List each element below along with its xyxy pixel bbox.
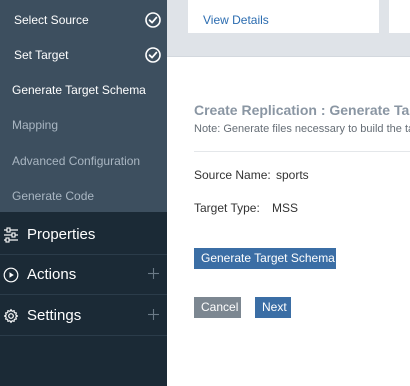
next-button[interactable]: Next	[255, 297, 291, 318]
sidebar: Select Source Set Target Generate Target…	[0, 0, 167, 386]
summary-card: View Details	[188, 0, 379, 33]
generate-target-schema-button[interactable]: Generate Target Schema	[194, 248, 336, 269]
source-name-value: sports	[276, 168, 309, 182]
top-card-band: View Details	[167, 0, 410, 57]
page-note: Note: Generate files necessary to build …	[194, 123, 410, 135]
view-details-link[interactable]: View Details	[203, 13, 269, 27]
target-type-row: Target Type: MSS	[194, 201, 298, 215]
step-set-target[interactable]: Set Target	[0, 37, 167, 72]
nav-actions[interactable]: Actions	[0, 255, 167, 295]
nav-label: Actions	[27, 266, 77, 283]
source-name-label: Source Name:	[194, 168, 271, 182]
target-type-label: Target Type:	[194, 201, 260, 215]
source-name-row: Source Name: sports	[194, 168, 309, 182]
step-label: Generate Code	[12, 188, 95, 203]
step-label: Set Target	[14, 47, 69, 62]
check-circle-icon	[145, 47, 161, 63]
step-advanced-configuration: Advanced Configuration	[0, 143, 167, 178]
plus-icon[interactable]	[147, 308, 160, 321]
nav-label: Settings	[27, 307, 82, 324]
main-content: View Details Create Replication : Genera…	[167, 0, 410, 386]
nav-properties[interactable]: Properties	[0, 215, 167, 255]
step-label: Advanced Configuration	[12, 153, 141, 168]
nav-settings[interactable]: Settings	[0, 296, 167, 336]
summary-card	[389, 0, 410, 33]
play-circle-icon	[3, 267, 19, 283]
divider	[194, 151, 410, 152]
cancel-button[interactable]: Cancel	[194, 297, 241, 318]
check-circle-icon	[145, 12, 161, 28]
target-type-value: MSS	[272, 201, 299, 215]
page-title: Create Replication : Generate Target Sch…	[194, 102, 410, 118]
step-label: Mapping	[12, 117, 59, 132]
nav-label: Properties	[27, 226, 96, 243]
step-generate-code: Generate Code	[0, 178, 167, 213]
step-generate-target-schema[interactable]: Generate Target Schema	[0, 72, 167, 107]
step-label: Select Source	[14, 12, 89, 27]
wizard-steps: Select Source Set Target Generate Target…	[0, 0, 167, 212]
plus-icon[interactable]	[147, 267, 160, 280]
step-select-source[interactable]: Select Source	[0, 2, 167, 37]
gear-icon	[3, 308, 19, 324]
sliders-icon	[4, 227, 18, 243]
step-label: Generate Target Schema	[12, 82, 146, 97]
step-mapping: Mapping	[0, 107, 167, 142]
